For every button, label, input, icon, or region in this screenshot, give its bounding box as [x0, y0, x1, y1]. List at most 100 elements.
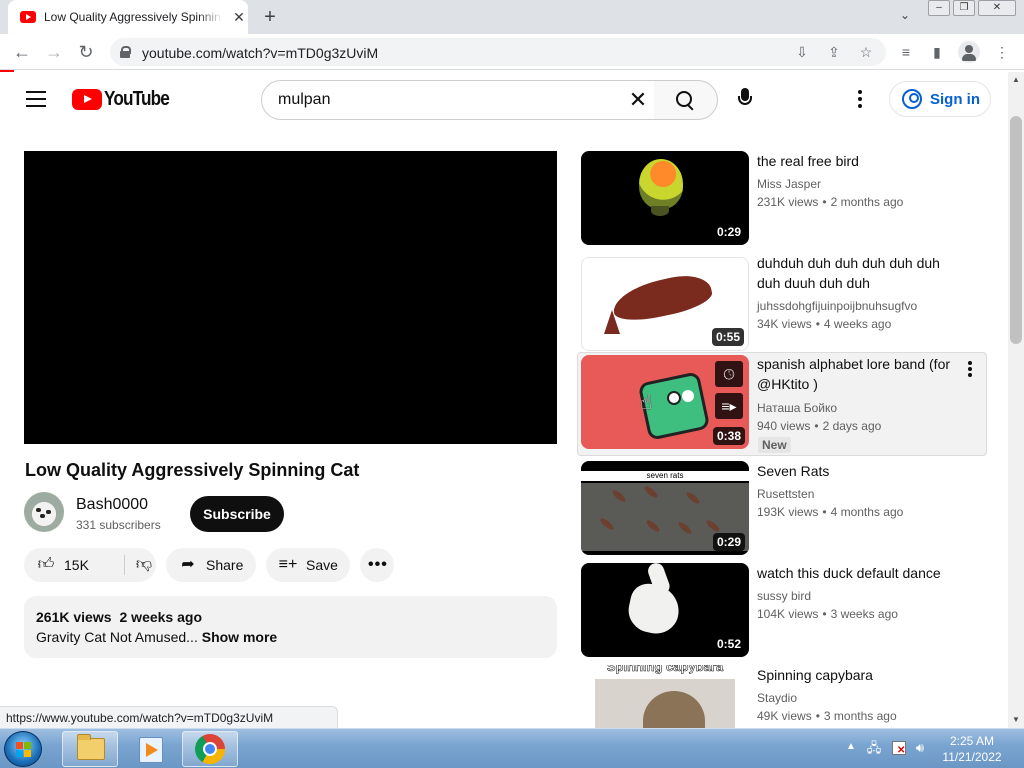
sign-in-button[interactable]: Sign in: [889, 81, 991, 117]
scroll-up-arrow-icon[interactable]: ▲: [1008, 72, 1024, 88]
video-thumbnail[interactable]: 0:52: [581, 563, 749, 657]
duration-badge: 0:55: [711, 328, 744, 346]
recommendation-item[interactable]: 0:29 the real free bird Miss Jasper 231K…: [577, 151, 987, 255]
youtube-logo-text: YouTube: [104, 87, 170, 110]
channel-name[interactable]: Bash0000: [76, 496, 148, 514]
video-thumbnail[interactable]: 🕓︎ ≡▸ 0:38: [581, 355, 749, 449]
scroll-down-arrow-icon[interactable]: ▼: [1008, 712, 1024, 728]
browser-menu-icon[interactable]: ⋮: [992, 42, 1012, 62]
rec-age: 2 days ago: [822, 419, 882, 433]
rec-title[interactable]: the real free bird: [757, 151, 965, 171]
minimize-button[interactable]: –: [928, 0, 950, 16]
channel-avatar[interactable]: [24, 492, 64, 532]
rec-views: 104K views: [757, 607, 819, 621]
rec-channel[interactable]: Staydio: [757, 691, 797, 705]
meta-dot: •: [822, 195, 827, 209]
youtube-favicon-icon: [20, 11, 36, 23]
rec-title[interactable]: Spinning capybara: [757, 665, 965, 685]
media-player-icon: [139, 737, 163, 763]
reading-list-icon[interactable]: ≡: [896, 42, 916, 62]
close-window-button[interactable]: ✕: [978, 0, 1016, 16]
rec-channel[interactable]: Rusettsten: [757, 487, 814, 501]
show-hidden-icons-arrow-icon[interactable]: ▲: [846, 741, 856, 752]
description-box[interactable]: 261K views 2 weeks ago Gravity Cat Not Am…: [24, 596, 557, 658]
page-scrollbar[interactable]: ▲ ▼: [1008, 72, 1024, 728]
hamburger-menu-icon[interactable]: [26, 91, 46, 107]
tab-close-icon[interactable]: ✕: [230, 8, 248, 26]
rec-channel[interactable]: Miss Jasper: [757, 177, 821, 191]
meta-dot: •: [822, 505, 827, 519]
url-text[interactable]: youtube.com/watch?v=mTD0g3zUviM: [142, 45, 378, 61]
forward-button[interactable]: →: [42, 40, 66, 64]
reload-button[interactable]: ↻: [74, 40, 98, 64]
search-clear-icon[interactable]: ✕: [626, 89, 650, 113]
video-thumbnail[interactable]: seven rats 0:29: [581, 461, 749, 555]
hand-cursor-icon: ☝︎: [640, 392, 653, 414]
rec-channel[interactable]: Наташа Бойко: [757, 401, 837, 415]
taskbar-chrome-button[interactable]: [182, 731, 238, 767]
rec-title[interactable]: spanish alphabet lore band (for @HKtito …: [757, 354, 965, 394]
recommendation-item-hovered[interactable]: 🕓︎ ≡▸ 0:38 spanish alphabet lore band (f…: [577, 352, 987, 456]
voice-search-mic-icon[interactable]: [730, 82, 762, 114]
back-button[interactable]: ←: [10, 40, 34, 64]
thumbnail-caption: seven rats: [581, 471, 749, 481]
share-arrow-icon: ➦: [181, 556, 195, 573]
more-actions-icon: •••: [368, 556, 388, 573]
rec-meta: 104K views • 3 weeks ago: [757, 607, 898, 621]
settings-more-icon[interactable]: [848, 87, 872, 111]
rec-meta: 193K views • 4 months ago: [757, 505, 903, 519]
show-more-link[interactable]: Show more: [202, 629, 277, 645]
youtube-logo[interactable]: YouTube: [72, 88, 180, 110]
save-button[interactable]: ≡+ Save: [266, 548, 350, 582]
tab-search-icon[interactable]: ⌄: [895, 8, 915, 28]
system-clock[interactable]: 2:25 AM 11/21/2022: [930, 733, 1014, 765]
video-player[interactable]: [24, 151, 557, 444]
video-thumbnail[interactable]: 0:55: [581, 257, 749, 351]
network-icon[interactable]: 🖧︎: [866, 740, 882, 756]
rec-meta: 231K views • 2 months ago: [757, 195, 903, 209]
video-thumbnail[interactable]: Spinning capybara: [581, 665, 749, 728]
video-thumbnail[interactable]: 0:29: [581, 151, 749, 245]
scroll-thumb[interactable]: [1010, 116, 1022, 344]
rec-channel[interactable]: sussy bird: [757, 589, 811, 603]
like-count[interactable]: 15K: [64, 557, 89, 573]
duration-badge: 0:38: [712, 427, 745, 445]
recommendation-item[interactable]: 0:52 watch this duck default dance sussy…: [577, 563, 987, 667]
thumbs-down-icon[interactable]: 👎︎: [134, 556, 154, 574]
rec-title[interactable]: duhduh duh duh duh duh duh duh duuh duh …: [757, 253, 965, 293]
volume-icon[interactable]: 🔊︎: [912, 740, 928, 756]
recommendation-item[interactable]: seven rats 0:29 Seven Rats Rusettsten 19…: [577, 461, 987, 565]
share-page-icon[interactable]: ⇪: [824, 42, 844, 62]
lock-icon[interactable]: [120, 46, 131, 58]
address-bar[interactable]: youtube.com/watch?v=mTD0g3zUviM ⇩ ⇪ ☆: [110, 38, 886, 66]
add-to-queue-icon[interactable]: ≡▸: [715, 393, 743, 419]
chrome-icon: [195, 734, 225, 764]
duration-badge: 0:29: [712, 533, 745, 551]
bookmark-star-icon[interactable]: ☆: [856, 42, 876, 62]
start-button[interactable]: [4, 731, 42, 767]
side-panel-icon[interactable]: ▮: [927, 42, 947, 62]
rec-more-icon[interactable]: [960, 357, 980, 381]
search-icon: [676, 91, 696, 111]
profile-avatar-icon[interactable]: [958, 41, 980, 63]
recommendation-item[interactable]: Spinning capybara Spinning capybara Stay…: [577, 665, 987, 728]
recommendation-item[interactable]: 0:55 duhduh duh duh duh duh duh duh duuh…: [577, 253, 987, 357]
thumbs-up-icon[interactable]: 👍︎: [36, 556, 56, 574]
search-input[interactable]: [278, 91, 608, 109]
install-icon[interactable]: ⇩: [792, 42, 812, 62]
subscribe-button[interactable]: Subscribe: [190, 496, 284, 532]
restore-button[interactable]: ❐: [953, 0, 975, 16]
search-button[interactable]: [654, 80, 718, 120]
rec-title[interactable]: watch this duck default dance: [757, 563, 965, 583]
new-tab-button[interactable]: +: [258, 6, 282, 28]
rec-channel[interactable]: juhssdohgfijuinpoijbnuhsugfvo: [757, 299, 917, 313]
action-center-flag-icon[interactable]: [892, 741, 906, 756]
watch-later-clock-icon[interactable]: 🕓︎: [715, 361, 743, 387]
share-button[interactable]: ➦ Share: [166, 548, 256, 582]
rec-title[interactable]: Seven Rats: [757, 461, 965, 481]
browser-tab-active[interactable]: Low Quality Aggressively Spinning Cat ✕: [8, 0, 248, 34]
more-actions-button[interactable]: •••: [360, 548, 394, 582]
view-count: 261K views: [36, 609, 112, 625]
taskbar-media-player-button[interactable]: [122, 731, 178, 767]
taskbar-explorer-button[interactable]: [62, 731, 118, 767]
